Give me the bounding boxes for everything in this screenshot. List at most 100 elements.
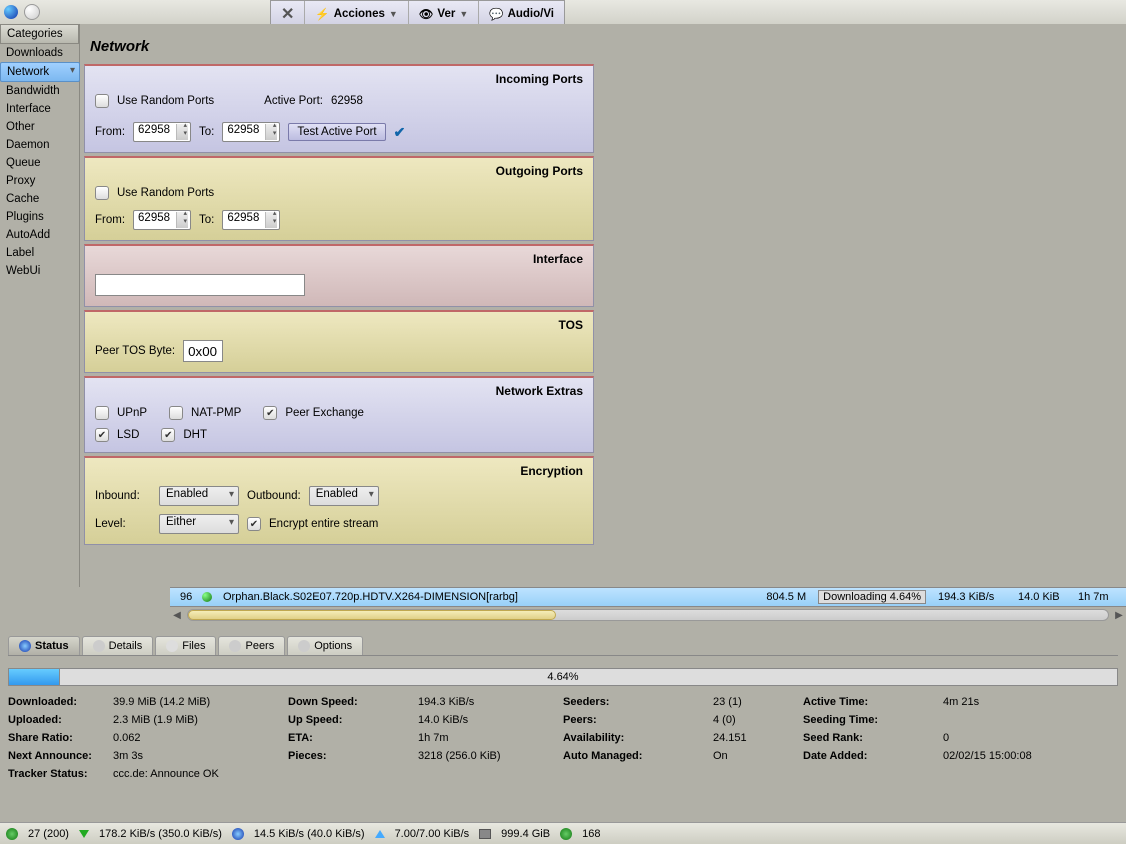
availability-value: 24.151 — [713, 732, 803, 744]
sidebar-item-webui[interactable]: WebUi — [0, 262, 79, 280]
protocol-icon — [375, 830, 385, 838]
sb-upload: 14.5 KiB/s (40.0 KiB/s) — [254, 828, 365, 840]
check-icon: ✔ — [394, 124, 406, 141]
inbound-select[interactable]: Enabled — [159, 486, 239, 506]
peers-label: Peers: — [563, 714, 713, 726]
natpmp-checkbox[interactable] — [169, 406, 183, 420]
outbound-select[interactable]: Enabled — [309, 486, 379, 506]
active-port-label: Active Port: — [264, 95, 323, 107]
torrent-eta: 1h 7m — [1072, 591, 1122, 603]
upnp-checkbox[interactable] — [95, 406, 109, 420]
sidebar-item-plugins[interactable]: Plugins — [0, 208, 79, 226]
nextannounce-value: 3m 3s — [113, 750, 288, 762]
incoming-random-checkbox[interactable] — [95, 94, 109, 108]
outgoing-from-label: From: — [95, 214, 125, 226]
options-icon — [298, 640, 310, 652]
incoming-to-spinner[interactable]: 62958 — [222, 122, 280, 142]
chevron-down-icon: ▼ — [459, 9, 468, 19]
seedingtime-label: Seeding Time: — [803, 714, 943, 726]
sidebar-item-queue[interactable]: Queue — [0, 154, 79, 172]
sidebar-item-label[interactable]: Label — [0, 244, 79, 262]
sidebar-item-downloads[interactable]: Downloads — [0, 44, 79, 62]
downloaded-label: Downloaded: — [8, 696, 113, 708]
tos-panel: TOS Peer TOS Byte: — [84, 310, 594, 373]
sidebar-item-network[interactable]: Network — [0, 62, 80, 82]
torrent-details: 4.64% Downloaded:39.9 MiB (14.2 MiB) Dow… — [8, 660, 1118, 780]
outgoing-ports-panel: Outgoing Ports Use Random Ports From: 62… — [84, 156, 594, 241]
torrent-num: 96 — [174, 591, 202, 603]
level-label: Level: — [95, 518, 151, 530]
tab-options[interactable]: Options — [287, 636, 363, 655]
sidebar-item-autoadd[interactable]: AutoAdd — [0, 226, 79, 244]
incoming-from-label: From: — [95, 126, 125, 138]
disk-icon — [479, 829, 491, 839]
tab-details[interactable]: Details — [82, 636, 154, 655]
uploaded-label: Uploaded: — [8, 714, 113, 726]
sidebar-header: Categories — [0, 24, 79, 44]
torrent-progress: Downloading 4.64% — [818, 590, 926, 604]
sidebar-item-bandwidth[interactable]: Bandwidth — [0, 82, 79, 100]
dht-label: DHT — [183, 429, 207, 441]
sidebar-item-interface[interactable]: Interface — [0, 100, 79, 118]
ratio-label: Share Ratio: — [8, 732, 113, 744]
ratio-value: 0.062 — [113, 732, 288, 744]
upnp-label: UPnP — [117, 407, 147, 419]
incoming-from-spinner[interactable]: 62958 — [133, 122, 191, 142]
test-active-port-button[interactable]: Test Active Port — [288, 123, 385, 141]
sidebar-item-other[interactable]: Other — [0, 118, 79, 136]
downspeed-value: 194.3 KiB/s — [418, 696, 563, 708]
tab-status[interactable]: Status — [8, 636, 80, 655]
scroll-left-icon[interactable]: ◀ — [170, 610, 184, 621]
scroll-right-icon[interactable]: ▶ — [1112, 610, 1126, 621]
tab-peers[interactable]: Peers — [218, 636, 285, 655]
encrypt-entire-label: Encrypt entire stream — [269, 518, 378, 530]
encryption-panel: Encryption Inbound: Enabled Outbound: En… — [84, 456, 594, 545]
network-extras-title: Network Extras — [95, 384, 583, 406]
connection-icon — [6, 828, 18, 840]
outgoing-random-checkbox[interactable] — [95, 186, 109, 200]
dht-checkbox[interactable] — [161, 428, 175, 442]
outgoing-random-label: Use Random Ports — [117, 187, 214, 199]
download-icon — [79, 830, 89, 838]
seedrank-label: Seed Rank: — [803, 732, 943, 744]
tab-files[interactable]: Files — [155, 636, 216, 655]
activetime-label: Active Time: — [803, 696, 943, 708]
outgoing-to-label: To: — [199, 214, 214, 226]
natpmp-label: NAT-PMP — [191, 407, 241, 419]
sb-connections: 27 (200) — [28, 828, 69, 840]
peer-exchange-checkbox[interactable] — [263, 406, 277, 420]
interface-input[interactable] — [95, 274, 305, 296]
toolbar-view-label: Ver — [437, 8, 455, 20]
preferences-content: Network Incoming Ports Use Random Ports … — [80, 24, 598, 587]
automanaged-label: Auto Managed: — [563, 750, 713, 762]
lsd-checkbox[interactable] — [95, 428, 109, 442]
app-icon — [4, 5, 18, 19]
toolbar-actions-label: Acciones — [334, 8, 385, 20]
peers-value: 4 (0) — [713, 714, 803, 726]
incoming-ports-title: Incoming Ports — [95, 72, 583, 94]
interface-title: Interface — [95, 252, 583, 274]
sidebar-item-cache[interactable]: Cache — [0, 190, 79, 208]
sb-protocol: 7.00/7.00 KiB/s — [395, 828, 470, 840]
pieces-label: Pieces: — [288, 750, 418, 762]
encryption-title: Encryption — [95, 464, 583, 486]
speech-icon: 💬 — [489, 7, 503, 21]
eta-value: 1h 7m — [418, 732, 563, 744]
tos-input[interactable] — [183, 340, 223, 362]
incoming-ports-panel: Incoming Ports Use Random Ports Active P… — [84, 64, 594, 153]
level-select[interactable]: Either — [159, 514, 239, 534]
up-icon — [232, 828, 244, 840]
sidebar-item-daemon[interactable]: Daemon — [0, 136, 79, 154]
torrent-row[interactable]: 96 Orphan.Black.S02E07.720p.HDTV.X264-DI… — [170, 587, 1126, 607]
encrypt-entire-checkbox[interactable] — [247, 517, 261, 531]
torrent-size: 804.5 M — [752, 591, 812, 603]
window-button[interactable] — [24, 4, 40, 20]
trackerstatus-value: ccc.de: Announce OK — [113, 768, 1118, 780]
outgoing-to-spinner[interactable]: 62958 — [222, 210, 280, 230]
tos-title: TOS — [95, 318, 583, 340]
horizontal-scrollbar[interactable]: ◀ ▶ — [170, 607, 1126, 623]
files-icon — [166, 640, 178, 652]
upspeed-label: Up Speed: — [288, 714, 418, 726]
outgoing-from-spinner[interactable]: 62958 — [133, 210, 191, 230]
sidebar-item-proxy[interactable]: Proxy — [0, 172, 79, 190]
